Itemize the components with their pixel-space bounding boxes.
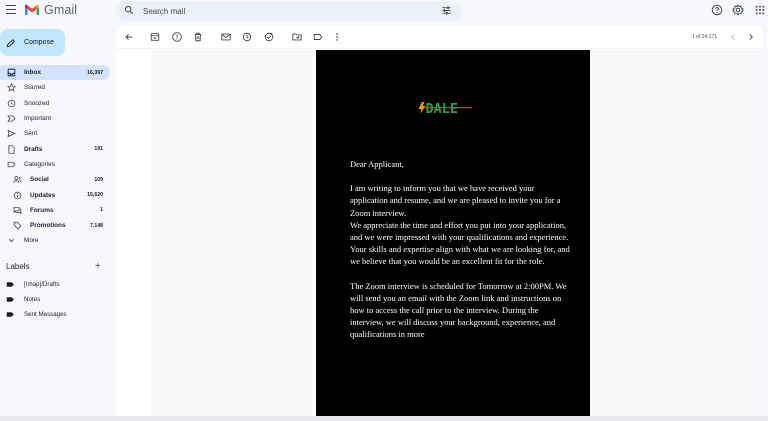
- search-input[interactable]: [143, 3, 423, 19]
- older-chevron-right-icon[interactable]: [746, 32, 756, 42]
- app-name: Gmail: [44, 3, 78, 17]
- sidebar-item-updates[interactable]: Updates 15,620: [0, 187, 110, 202]
- sidebar-item-categories[interactable]: Categories: [0, 157, 110, 172]
- more-options-icon[interactable]: [332, 32, 342, 42]
- labels-icon[interactable]: [313, 32, 323, 42]
- sidebar-item-label: Inbox: [24, 69, 42, 77]
- labels-header: Labels: [6, 262, 30, 271]
- sidebar-item-label: Categories: [24, 160, 55, 168]
- right-side-panel: [762, 26, 768, 416]
- sidebar-item-label: Social: [30, 176, 49, 184]
- search-icon[interactable]: [124, 5, 134, 15]
- label-name: Sent Messages: [24, 310, 67, 318]
- sidebar-item-label: Updates: [30, 191, 56, 199]
- label-item-notes[interactable]: Notes: [6, 293, 40, 305]
- main-menu-button[interactable]: [6, 5, 16, 15]
- sidebar-item-label: Sent: [24, 130, 38, 138]
- category-count: 15,620: [87, 192, 103, 199]
- unread-count: 16,397: [87, 69, 103, 76]
- brand-logo: DALE: [418, 101, 472, 115]
- sidebar-item-label: Starred: [24, 84, 45, 92]
- email-paragraph: The Zoom interview is scheduled for Tomo…: [350, 280, 567, 340]
- sidebar-item-forums[interactable]: Forums 1: [0, 203, 110, 218]
- mark-unread-icon[interactable]: [221, 32, 231, 42]
- label-icon: [7, 161, 16, 168]
- move-to-icon[interactable]: [292, 32, 302, 42]
- settings-gear-icon[interactable]: [732, 4, 744, 16]
- compose-label: Compose: [24, 39, 54, 46]
- sidebar-item-label: Snoozed: [24, 99, 50, 107]
- email-paragraph: We appreciate the time and effort you pu…: [350, 219, 569, 243]
- sidebar-item-inbox[interactable]: Inbox 16,397: [0, 65, 110, 81]
- sidebar-item-drafts[interactable]: Drafts 191: [0, 141, 110, 156]
- create-label-button[interactable]: +: [95, 261, 101, 272]
- gmail-logo-icon: [25, 4, 39, 15]
- snooze-clock-icon[interactable]: [242, 32, 252, 42]
- sidebar-item-more[interactable]: More: [0, 233, 110, 248]
- message-toolbar: 1 of 24,171: [116, 26, 766, 48]
- sidebar-item-label: More: [24, 237, 39, 245]
- label-name: Notes: [24, 295, 41, 303]
- info-icon: [13, 191, 22, 199]
- email-paragraph: Your skills and expertise align with wha…: [350, 244, 570, 267]
- sidebar-item-label: Promotions: [30, 222, 66, 230]
- label-icon: [6, 311, 14, 317]
- clock-icon: [7, 99, 16, 108]
- important-icon: [7, 115, 16, 122]
- sidebar-item-important[interactable]: Important: [0, 111, 110, 126]
- category-count: 109: [94, 176, 103, 183]
- email-paragraph: I am writing to inform you that we have …: [350, 183, 561, 218]
- star-icon: [7, 83, 16, 93]
- sidebar-item-social[interactable]: Social 109: [0, 172, 110, 187]
- email-text: Dear Applicant, I am writing to inform y…: [350, 158, 572, 353]
- message-content-area: DALE Dear Applicant, I am writing to inf…: [151, 50, 766, 416]
- label-item-imap-drafts[interactable]: [Imap]/Drafts: [6, 278, 59, 290]
- draft-count: 191: [94, 146, 103, 153]
- toolbar-divider: [116, 48, 766, 49]
- label-item-sent-messages[interactable]: Sent Messages: [6, 308, 67, 320]
- sidebar-item-label: Important: [24, 115, 51, 123]
- sidebar-item-snoozed[interactable]: Snoozed: [0, 96, 110, 111]
- back-arrow-icon[interactable]: [124, 32, 134, 42]
- pencil-icon: [6, 38, 15, 47]
- sidebar-item-label: Drafts: [24, 145, 43, 153]
- sidebar-nav: Inbox 16,397 Starred Snoozed Important S…: [0, 65, 110, 249]
- report-spam-icon[interactable]: [172, 32, 182, 42]
- category-count: 7,148: [90, 222, 103, 229]
- chevron-down-icon: [8, 239, 15, 243]
- label-icon: [6, 296, 14, 302]
- pagination-count: 1 of 24,171: [692, 34, 718, 40]
- send-icon: [7, 130, 16, 138]
- forum-icon: [13, 206, 22, 215]
- search-bar[interactable]: [116, 1, 462, 21]
- trash-icon[interactable]: [193, 32, 203, 42]
- compose-button[interactable]: Compose: [0, 29, 65, 56]
- tag-icon: [13, 221, 22, 230]
- sidebar-item-sent[interactable]: Sent: [0, 126, 110, 141]
- help-icon[interactable]: [711, 4, 723, 16]
- sidebar-item-starred[interactable]: Starred: [0, 80, 110, 95]
- sidebar-item-label: Forums: [30, 206, 54, 214]
- email-body-card: DALE Dear Applicant, I am writing to inf…: [316, 50, 590, 416]
- top-bar: Gmail: [0, 0, 768, 22]
- newer-chevron-left-icon[interactable]: [728, 32, 738, 42]
- draft-icon: [8, 144, 15, 154]
- sidebar-item-promotions[interactable]: Promotions 7,148: [0, 218, 110, 233]
- label-name: [Imap]/Drafts: [24, 280, 60, 288]
- add-task-icon[interactable]: [264, 32, 274, 42]
- apps-grid-icon[interactable]: [755, 5, 765, 15]
- inbox-icon: [7, 68, 16, 77]
- search-options-icon[interactable]: [441, 5, 452, 16]
- email-greeting: Dear Applicant,: [350, 159, 404, 169]
- category-count: 1: [100, 207, 103, 214]
- message-view: 1 of 24,171 DALE Dear Applicant, I am wr…: [116, 26, 766, 416]
- label-icon: [6, 281, 14, 287]
- gmail-logo[interactable]: Gmail: [24, 3, 77, 17]
- bottom-scrollbar[interactable]: [0, 416, 768, 421]
- people-icon: [13, 176, 22, 183]
- archive-icon[interactable]: [150, 32, 160, 42]
